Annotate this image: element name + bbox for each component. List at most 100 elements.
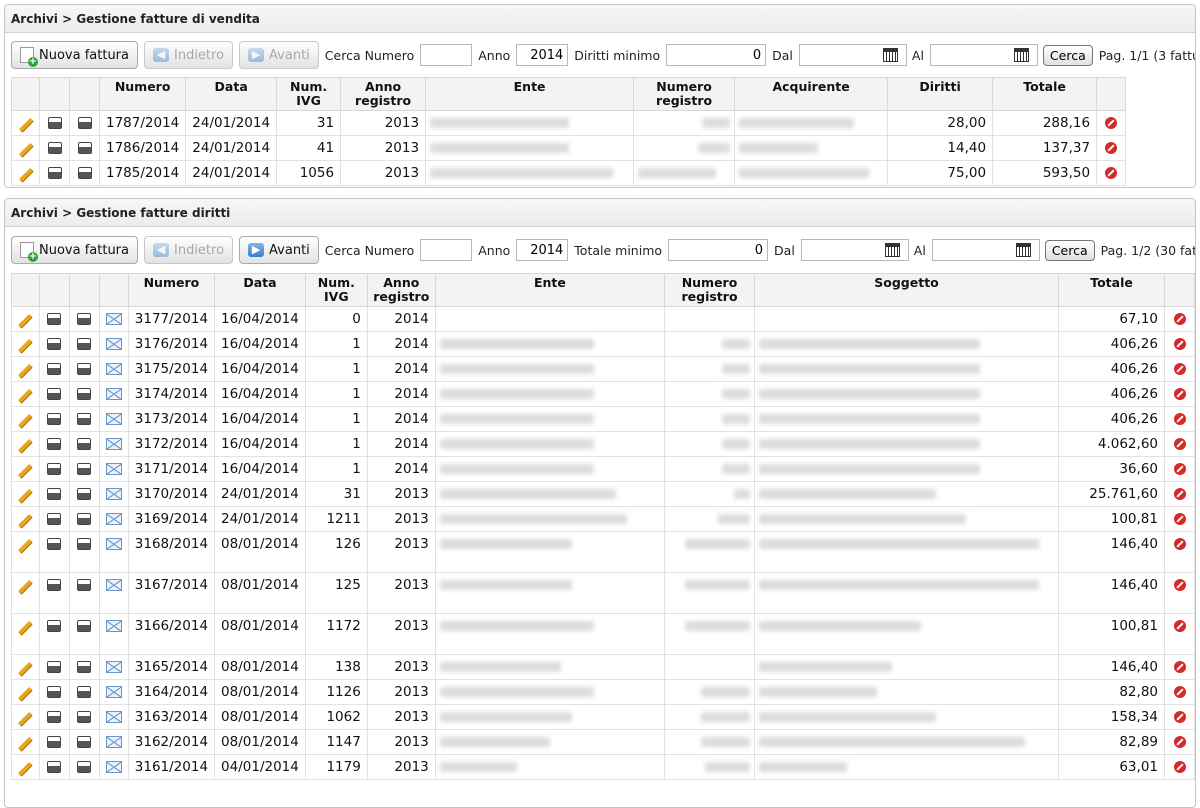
pencil-icon[interactable]: [18, 513, 33, 529]
col-anno-registro[interactable]: Anno registro: [340, 77, 427, 111]
delete-icon[interactable]: [1173, 736, 1186, 748]
mail-icon[interactable]: [105, 761, 122, 773]
printer-icon[interactable]: [47, 711, 62, 723]
printer-icon[interactable]: [47, 686, 62, 698]
printer-icon[interactable]: [77, 579, 92, 591]
delete-icon[interactable]: [1173, 413, 1186, 425]
printer-icon[interactable]: [77, 388, 92, 400]
pencil-icon[interactable]: [18, 488, 33, 504]
back-button[interactable]: ◀ Indietro: [144, 236, 234, 264]
printer-icon[interactable]: [77, 117, 92, 129]
printer-icon[interactable]: [47, 313, 62, 325]
printer-icon[interactable]: [77, 538, 92, 550]
delete-icon[interactable]: [1173, 579, 1186, 591]
mail-icon[interactable]: [105, 620, 122, 632]
col-ente[interactable]: Ente: [425, 77, 635, 111]
search-number-input[interactable]: [420, 44, 473, 66]
search-button[interactable]: Cerca: [1042, 44, 1093, 66]
delete-icon[interactable]: [1173, 686, 1186, 698]
printer-icon[interactable]: [77, 620, 92, 632]
pencil-icon[interactable]: [18, 736, 33, 752]
col-numero[interactable]: Numero: [127, 273, 216, 307]
col-anno-registro[interactable]: Anno registro: [366, 273, 436, 307]
printer-icon[interactable]: [47, 538, 62, 550]
col-acquirente[interactable]: Acquirente: [734, 77, 889, 111]
pencil-icon[interactable]: [18, 438, 33, 454]
pencil-icon[interactable]: [18, 579, 33, 595]
printer-icon[interactable]: [77, 686, 92, 698]
printer-icon[interactable]: [77, 761, 92, 773]
col-num-ivg[interactable]: Num. IVG: [276, 77, 342, 111]
pencil-icon[interactable]: [18, 363, 33, 379]
min-input[interactable]: [666, 44, 767, 66]
delete-icon[interactable]: [1173, 488, 1186, 500]
pencil-icon[interactable]: [18, 167, 33, 183]
new-invoice-button[interactable]: Nuova fattura: [11, 236, 138, 264]
delete-icon[interactable]: [1105, 142, 1118, 154]
mail-icon[interactable]: [105, 313, 122, 325]
delete-icon[interactable]: [1173, 513, 1186, 525]
calendar-icon[interactable]: [882, 48, 898, 62]
pencil-icon[interactable]: [18, 117, 33, 133]
printer-icon[interactable]: [77, 488, 92, 500]
printer-icon[interactable]: [47, 620, 62, 632]
delete-icon[interactable]: [1173, 661, 1186, 673]
col-numero[interactable]: Numero: [98, 77, 187, 111]
mail-icon[interactable]: [105, 438, 122, 450]
printer-icon[interactable]: [77, 463, 92, 475]
forward-button[interactable]: ▶ Avanti: [239, 236, 319, 264]
delete-icon[interactable]: [1173, 363, 1186, 375]
printer-icon[interactable]: [77, 736, 92, 748]
col-data[interactable]: Data: [185, 77, 278, 111]
delete-icon[interactable]: [1105, 117, 1118, 129]
printer-icon[interactable]: [77, 661, 92, 673]
printer-icon[interactable]: [77, 313, 92, 325]
mail-icon[interactable]: [105, 686, 122, 698]
printer-icon[interactable]: [47, 579, 62, 591]
printer-icon[interactable]: [47, 363, 62, 375]
pencil-icon[interactable]: [18, 388, 33, 404]
printer-icon[interactable]: [77, 438, 92, 450]
new-invoice-button[interactable]: Nuova fattura: [11, 41, 138, 69]
delete-icon[interactable]: [1173, 388, 1186, 400]
printer-icon[interactable]: [77, 711, 92, 723]
delete-icon[interactable]: [1173, 463, 1186, 475]
col-totale[interactable]: Totale: [992, 77, 1098, 111]
printer-icon[interactable]: [77, 142, 92, 154]
search-button[interactable]: Cerca: [1044, 239, 1095, 261]
pencil-icon[interactable]: [18, 711, 33, 727]
col-data[interactable]: Data: [214, 273, 306, 307]
mail-icon[interactable]: [105, 661, 122, 673]
printer-icon[interactable]: [77, 338, 92, 350]
printer-icon[interactable]: [77, 513, 92, 525]
col-ente[interactable]: Ente: [434, 273, 666, 307]
mail-icon[interactable]: [105, 338, 122, 350]
delete-icon[interactable]: [1105, 167, 1118, 179]
printer-icon[interactable]: [47, 388, 62, 400]
col-diritti[interactable]: Diritti: [887, 77, 994, 111]
pencil-icon[interactable]: [18, 686, 33, 702]
col-num-ivg[interactable]: Num. IVG: [304, 273, 368, 307]
delete-icon[interactable]: [1173, 338, 1186, 350]
mail-icon[interactable]: [105, 579, 122, 591]
pencil-icon[interactable]: [18, 661, 33, 677]
pencil-icon[interactable]: [18, 142, 33, 158]
printer-icon[interactable]: [47, 463, 62, 475]
printer-icon[interactable]: [47, 338, 62, 350]
pencil-icon[interactable]: [18, 338, 33, 354]
printer-icon[interactable]: [47, 117, 62, 129]
delete-icon[interactable]: [1173, 438, 1186, 450]
printer-icon[interactable]: [77, 167, 92, 179]
col-soggetto[interactable]: Soggetto: [753, 273, 1060, 307]
calendar-icon[interactable]: [1015, 243, 1031, 257]
pencil-icon[interactable]: [18, 463, 33, 479]
printer-icon[interactable]: [47, 761, 62, 773]
min-input[interactable]: [668, 239, 769, 261]
mail-icon[interactable]: [105, 413, 122, 425]
printer-icon[interactable]: [47, 513, 62, 525]
printer-icon[interactable]: [47, 488, 62, 500]
year-input[interactable]: [516, 239, 569, 261]
delete-icon[interactable]: [1173, 538, 1186, 550]
delete-icon[interactable]: [1173, 620, 1186, 632]
year-input[interactable]: [516, 44, 569, 66]
